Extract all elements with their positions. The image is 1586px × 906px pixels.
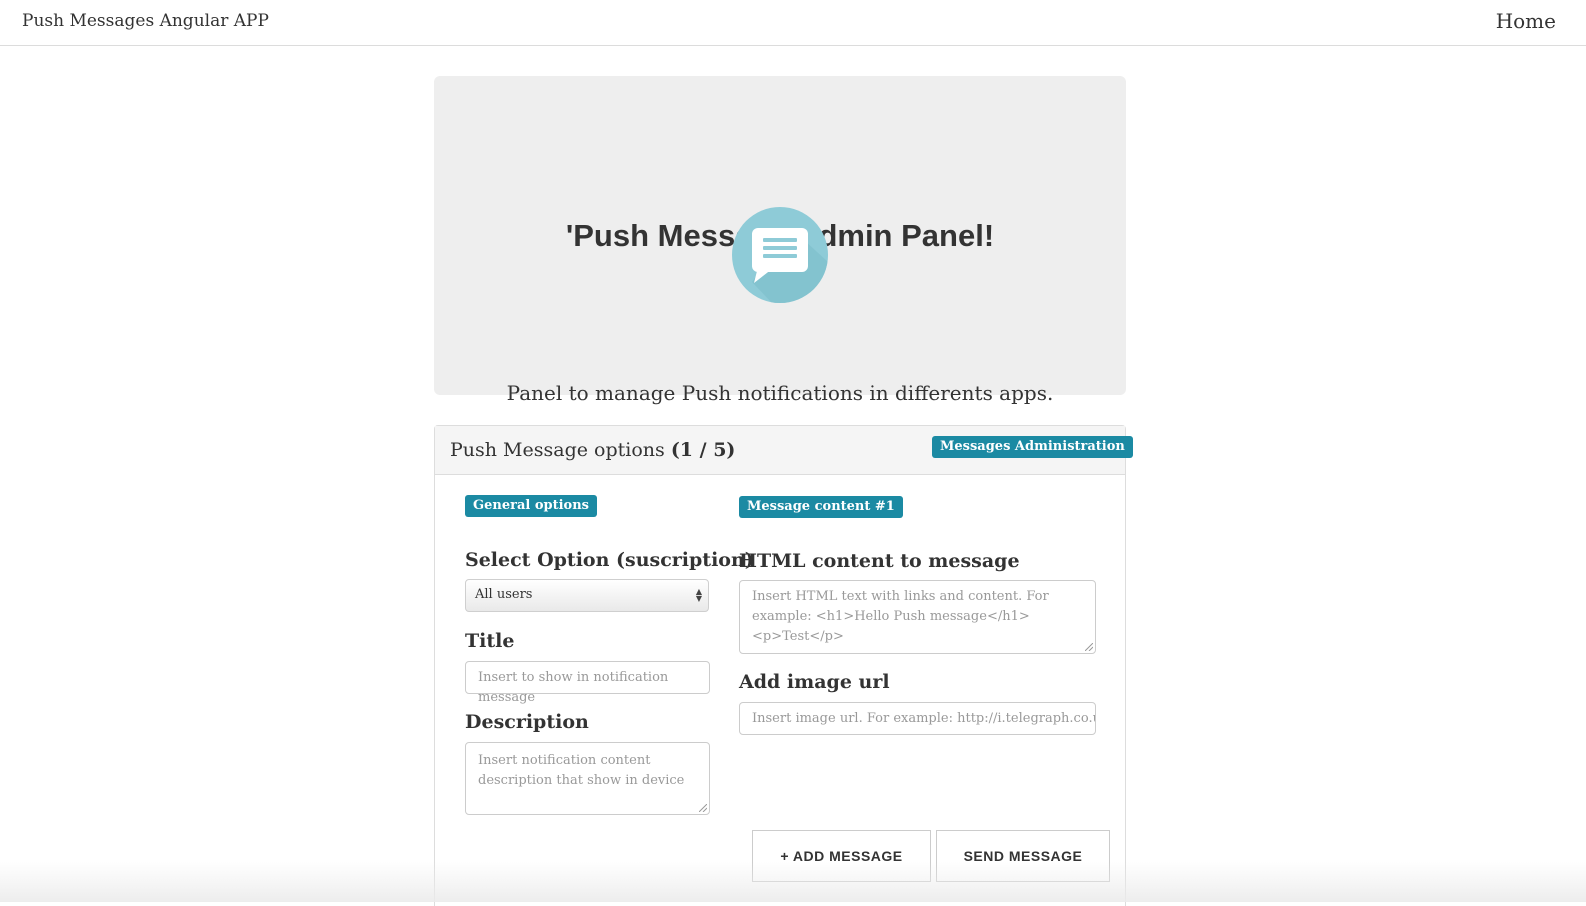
description-label: Description: [465, 711, 589, 733]
resize-handle-icon[interactable]: [1085, 643, 1093, 651]
resize-handle-icon[interactable]: [699, 804, 707, 812]
subscription-select[interactable]: All users ▲ ▼: [465, 579, 709, 612]
panel-title-text: Push Message options: [450, 439, 671, 461]
brand-link[interactable]: Push Messages Angular APP: [22, 11, 269, 31]
html-content-placeholder: Insert HTML text with links and content.…: [752, 589, 1049, 644]
messages-administration-badge[interactable]: Messages Administration: [932, 436, 1133, 458]
image-url-input[interactable]: Insert image url. For example: http://i.…: [739, 702, 1096, 735]
panel-title: Push Message options (1 / 5): [450, 439, 735, 461]
title-input[interactable]: Insert to show in notification message: [465, 661, 710, 705]
html-content-textarea[interactable]: Insert HTML text with links and content.…: [739, 580, 1096, 654]
select-arrows-icon: ▲ ▼: [695, 587, 702, 603]
select-option-label: Select Option (suscription): [465, 549, 754, 571]
subscription-select-value: All users: [475, 587, 533, 602]
jumbotron-subtitle: Panel to manage Push notifications in di…: [506, 381, 1054, 405]
message-counter: (1 / 5): [670, 439, 736, 461]
add-message-button[interactable]: + ADD MESSAGE: [752, 830, 931, 882]
general-options-badge: General options: [465, 495, 597, 517]
image-url-label: Add image url: [739, 671, 890, 693]
description-placeholder: Insert notification content description …: [478, 753, 685, 788]
send-message-button[interactable]: SEND MESSAGE: [936, 830, 1110, 882]
message-content-badge: Message content #1: [739, 496, 903, 518]
html-content-label: HTML content to message: [739, 550, 1020, 572]
title-label: Title: [465, 630, 515, 652]
description-textarea[interactable]: Insert notification content description …: [465, 742, 710, 815]
nav-home-link[interactable]: Home: [1496, 9, 1556, 33]
chat-bubble-icon: [732, 207, 828, 303]
navbar: Push Messages Angular APP Home: [0, 0, 1586, 46]
